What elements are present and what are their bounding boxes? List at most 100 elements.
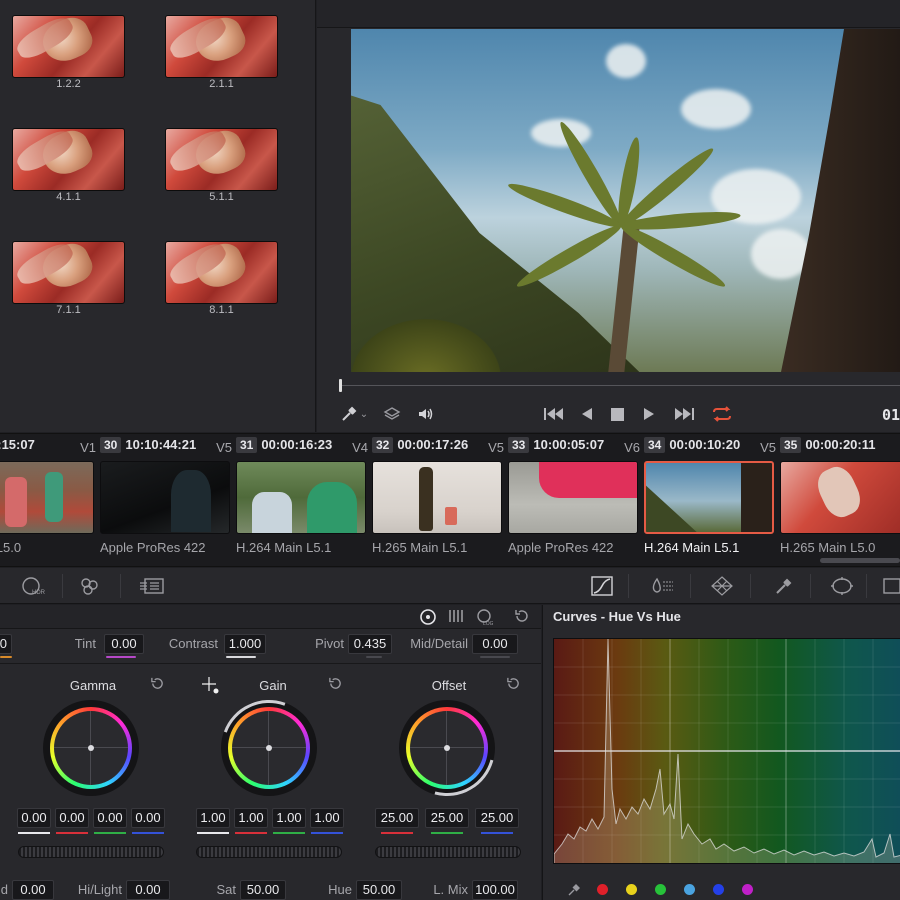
palm-foreground xyxy=(351,319,501,372)
still-label: 8.1.1 xyxy=(209,304,234,316)
motion-effects-icon[interactable] xyxy=(138,575,166,597)
gain-g-value[interactable]: 1.00 xyxy=(272,808,306,828)
gain-reset-icon[interactable] xyxy=(328,676,343,694)
clip-thumbnail[interactable] xyxy=(508,461,638,534)
cyan-swatch[interactable] xyxy=(684,884,695,895)
magenta-swatch[interactable] xyxy=(742,884,753,895)
gain-y-value[interactable]: 1.00 xyxy=(196,808,230,828)
offset-r-value[interactable]: 25.00 xyxy=(375,808,419,828)
gallery-still[interactable] xyxy=(165,15,278,78)
offset-b-value[interactable]: 25.00 xyxy=(475,808,519,828)
layers-icon[interactable] xyxy=(381,403,403,425)
shadow-value[interactable]: 0.00 xyxy=(12,880,54,900)
timeline-clip[interactable]: 35 00:00:20:11 H.265 Main L5.0 xyxy=(780,434,900,568)
clip-codec: Main L5.0 xyxy=(0,540,22,555)
gallery-still[interactable] xyxy=(12,128,125,191)
strip-scrollbar[interactable] xyxy=(820,558,900,563)
gain-r-value[interactable]: 1.00 xyxy=(234,808,268,828)
timeline-clip[interactable]: 32 00:00:17:26 V5 H.265 Main L5.1 xyxy=(372,434,506,568)
gallery-still[interactable] xyxy=(12,15,125,78)
clip-thumbnail[interactable] xyxy=(0,461,94,534)
play-reverse-icon[interactable] xyxy=(579,403,595,425)
offset-title: Offset xyxy=(431,678,467,693)
gain-b-value[interactable]: 1.00 xyxy=(310,808,344,828)
blue-swatch[interactable] xyxy=(713,884,724,895)
toolbar-divider xyxy=(628,574,629,598)
viewer-image[interactable] xyxy=(351,29,900,372)
clip-thumbnail[interactable] xyxy=(372,461,502,534)
lum-mix-value[interactable]: 100.00 xyxy=(472,880,518,900)
skip-to-start-icon[interactable] xyxy=(541,403,567,425)
timeline-clip[interactable]: 00:00:15:07 V1 Main L5.0 xyxy=(0,434,98,568)
scrubber-track[interactable] xyxy=(339,385,900,386)
mid-detail-value[interactable]: 0.00 xyxy=(472,634,518,654)
gamma-reset-icon[interactable] xyxy=(150,676,165,694)
rgb-mixer-icon[interactable] xyxy=(78,575,102,597)
clip-track: V5 xyxy=(216,440,232,455)
qualifier-eyedropper-icon[interactable] xyxy=(772,575,796,597)
gain-color-wheel[interactable] xyxy=(205,684,333,812)
primaries-bars-mode-icon[interactable] xyxy=(446,608,466,626)
play-icon[interactable] xyxy=(641,403,657,425)
gamma-y-value[interactable]: 0.00 xyxy=(17,808,51,828)
stop-icon[interactable] xyxy=(609,403,625,425)
timeline-clip[interactable]: 33 10:00:05:07 V6 Apple ProRes 422 xyxy=(508,434,642,568)
gamma-master-wheel[interactable] xyxy=(18,846,164,858)
gallery-still[interactable] xyxy=(165,241,278,304)
timeline-clip[interactable]: 31 00:00:16:23 V4 H.264 Main L5.1 xyxy=(236,434,370,568)
red-swatch[interactable] xyxy=(597,884,608,895)
yellow-swatch[interactable] xyxy=(626,884,637,895)
clip-track: V6 xyxy=(624,440,640,455)
clip-header: 35 00:00:20:11 xyxy=(780,437,900,457)
gallery-still[interactable] xyxy=(12,241,125,304)
gamma-color-wheel[interactable] xyxy=(43,700,139,796)
gamma-g-value[interactable]: 0.00 xyxy=(93,808,127,828)
warper-mesh-icon[interactable] xyxy=(710,575,734,597)
temp-value[interactable]: 0 xyxy=(0,634,12,654)
wheel-handle[interactable] xyxy=(88,745,94,751)
loop-icon[interactable] xyxy=(709,403,735,425)
color-wheels-mode-icon[interactable] xyxy=(418,608,438,626)
timeline-clip[interactable]: 30 10:10:44:21 V5 Apple ProRes 422 xyxy=(100,434,234,568)
clip-track: V1 xyxy=(80,440,96,455)
hdr-wheels-icon[interactable]: HDR xyxy=(18,575,48,597)
clip-codec: Apple ProRes 422 xyxy=(508,540,614,555)
tracker-icon[interactable] xyxy=(880,575,900,597)
reset-all-icon[interactable] xyxy=(512,608,532,626)
offset-reset-icon[interactable] xyxy=(506,676,521,694)
hi-light-value[interactable]: 0.00 xyxy=(126,880,170,900)
sat-value[interactable]: 50.00 xyxy=(240,880,286,900)
clip-thumbnail[interactable] xyxy=(780,461,900,534)
volume-icon[interactable] xyxy=(415,403,437,425)
lum-mix-label: L. Mix xyxy=(433,882,468,897)
playhead[interactable] xyxy=(339,379,342,392)
curves-icon[interactable] xyxy=(590,575,614,597)
hue-value[interactable]: 50.00 xyxy=(356,880,402,900)
gamma-r-value[interactable]: 0.00 xyxy=(55,808,89,828)
offset-g-value[interactable]: 25.00 xyxy=(425,808,469,828)
hue-vs-hue-graph[interactable] xyxy=(553,638,900,864)
offset-color-wheel[interactable] xyxy=(381,682,513,814)
eyedropper-icon[interactable]: ⌄ xyxy=(339,403,369,425)
offset-master-wheel[interactable] xyxy=(375,846,521,858)
color-warper-icon[interactable] xyxy=(648,575,676,597)
clip-thumbnail[interactable] xyxy=(100,461,230,534)
green-swatch[interactable] xyxy=(655,884,666,895)
gallery-panel: 1.2.2 2.1.1 4.1.1 5.1.1 7.1.1 8.1.1 xyxy=(0,0,316,432)
tint-value[interactable]: 0.00 xyxy=(104,634,144,654)
gain-master-wheel[interactable] xyxy=(196,846,342,858)
timeline-clip-selected[interactable]: 34 00:00:10:20 V5 H.264 Main L5.1 xyxy=(644,434,778,568)
skip-to-end-icon[interactable] xyxy=(671,403,697,425)
gallery-still[interactable] xyxy=(165,128,278,191)
clip-thumbnail[interactable] xyxy=(644,461,774,534)
gamma-b-value[interactable]: 0.00 xyxy=(131,808,165,828)
log-wheels-mode-icon[interactable]: LOG xyxy=(474,608,494,627)
clip-track: V5 xyxy=(760,440,776,455)
clip-thumbnail[interactable] xyxy=(236,461,366,534)
window-icon[interactable] xyxy=(830,575,854,597)
viewer-panel: ⌄ 01 xyxy=(317,0,900,432)
viewer-header xyxy=(317,0,900,28)
curve-eyedropper-icon[interactable] xyxy=(567,883,581,900)
pivot-value[interactable]: 0.435 xyxy=(348,634,392,654)
contrast-value[interactable]: 1.000 xyxy=(224,634,266,654)
